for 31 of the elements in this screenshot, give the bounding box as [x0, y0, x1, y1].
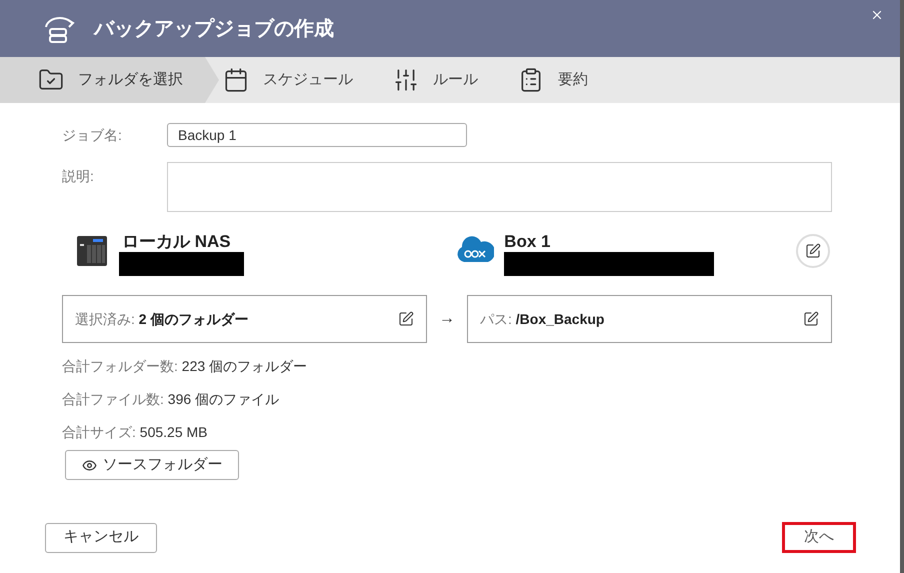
- sliders-icon: [393, 67, 419, 93]
- destination-title: Box 1: [504, 232, 552, 252]
- pencil-icon: [805, 243, 821, 259]
- stat-text: 合計フォルダー数: 223 個のフォルダー: [62, 358, 308, 375]
- cloud-icon: [456, 234, 494, 264]
- field-label: ジョブ名:: [62, 126, 123, 144]
- step-tab[interactable]: フォルダを選択: [0, 57, 219, 103]
- description-field[interactable]: [167, 162, 832, 212]
- edit-button[interactable]: [398, 311, 414, 327]
- stat-text: 合計ファイル数: 396 個のファイル: [62, 391, 280, 408]
- pencil-icon: [803, 311, 819, 327]
- source-title: ローカル NAS: [122, 232, 232, 252]
- step-tab[interactable]: 要約: [514, 57, 624, 103]
- eye-icon: [82, 458, 96, 472]
- step-tab[interactable]: スケジュール: [219, 57, 389, 103]
- path-text: パス: /Box_Backup: [480, 310, 604, 329]
- selection-text: 選択済み: 2 個のフォルダー: [75, 310, 248, 328]
- stat-text: 合計サイズ: 505.25 MB: [62, 424, 208, 441]
- window-title: バックアップジョブの作成: [94, 16, 334, 42]
- job-name-field[interactable]: Backup 1: [167, 123, 467, 147]
- edit-button[interactable]: [803, 311, 819, 327]
- step-tab[interactable]: ルール: [389, 57, 514, 103]
- calendar-icon: [223, 67, 249, 93]
- pencil-icon: [398, 311, 414, 327]
- cancel-button[interactable]: キャンセル: [45, 522, 157, 552]
- close-button[interactable]: [870, 8, 884, 22]
- field-label: 説明:: [62, 167, 95, 186]
- next-button[interactable]: 次へ: [782, 522, 856, 553]
- arrow-icon: →: [427, 307, 467, 331]
- source-folder-button[interactable]: ソースフォルダー: [65, 450, 239, 480]
- nas-device-icon: [77, 236, 107, 266]
